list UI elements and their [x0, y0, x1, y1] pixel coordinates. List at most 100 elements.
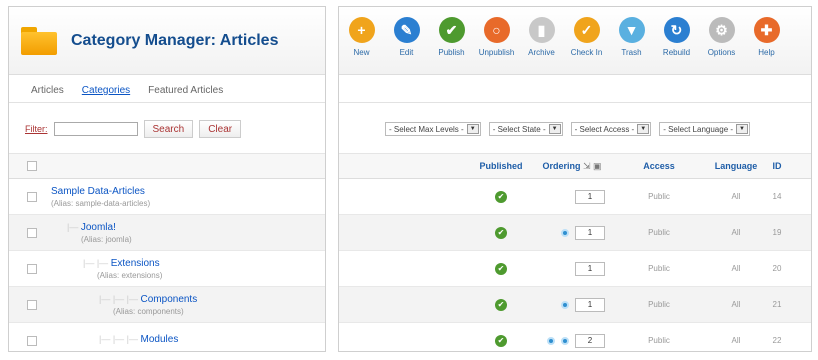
published-check-icon[interactable]: ✔: [495, 334, 507, 347]
tab-featured-articles[interactable]: Featured Articles: [148, 85, 223, 96]
table-header: [9, 153, 325, 179]
access-level: Public: [648, 264, 670, 273]
category-link[interactable]: Joomla!: [81, 222, 116, 233]
table-row: |— |— |— Components (Alias: components): [9, 287, 325, 323]
access-level: Public: [648, 192, 670, 201]
category-id: 14: [772, 192, 782, 201]
chevron-down-icon: ▼: [466, 124, 479, 134]
ordering-input[interactable]: 1: [575, 225, 605, 240]
rebuild-icon: ↻: [663, 17, 690, 43]
select-filter-2[interactable]: - Select Access - ▼: [570, 122, 652, 136]
row-checkbox[interactable]: [27, 191, 37, 202]
ordering-input[interactable]: 1: [575, 189, 605, 204]
select-filter-0[interactable]: - Select Max Levels - ▼: [385, 122, 481, 136]
category-link[interactable]: Components: [141, 294, 198, 305]
category-id: 19: [772, 228, 782, 237]
row-checkbox[interactable]: [27, 299, 37, 310]
toolbar-button-options[interactable]: ⚙ Options: [699, 17, 744, 57]
title-bar: Category Manager: Articles: [9, 7, 325, 75]
published-check-icon[interactable]: ✔: [495, 190, 507, 203]
pencil-icon: ✎: [393, 17, 420, 43]
toolbar-button-help[interactable]: ✚ Help: [744, 17, 789, 57]
select-filter-3[interactable]: - Select Language - ▼: [659, 122, 751, 136]
move-arrow-icon[interactable]: [561, 336, 569, 345]
move-arrow-icon[interactable]: [561, 300, 569, 309]
select-filter-1[interactable]: - Select State - ▼: [488, 122, 563, 136]
clear-button[interactable]: Clear: [199, 120, 242, 138]
toolbar-button-unpublish[interactable]: ○ Unpublish: [474, 17, 519, 57]
ordering-input[interactable]: 1: [575, 297, 605, 312]
table-row: Sample Data-Articles (Alias: sample-data…: [9, 179, 325, 215]
language-value: All: [731, 264, 741, 273]
category-id: 21: [772, 300, 782, 309]
column-published[interactable]: Published: [471, 161, 531, 171]
category-id: 20: [772, 264, 782, 273]
table-row: ✔ 1 Public All 19: [339, 215, 811, 251]
filter-label: Filter:: [25, 124, 48, 134]
toolbar-button-new[interactable]: + New: [339, 17, 384, 57]
language-value: All: [731, 336, 741, 345]
move-arrow-icon[interactable]: [547, 336, 555, 345]
category-list: Sample Data-Articles (Alias: sample-data…: [9, 179, 325, 351]
archive-icon: ▮: [528, 17, 555, 43]
sort-icon[interactable]: ⇲ ▣: [583, 161, 602, 171]
move-arrow-icon[interactable]: [561, 228, 569, 237]
chevron-down-icon: ▼: [548, 124, 561, 134]
table-row: ✔ 2 Public All 22: [339, 323, 811, 351]
subnav: Articles Categories Featured Articles: [9, 79, 325, 103]
ordering-input[interactable]: 2: [575, 333, 605, 348]
language-value: All: [731, 228, 741, 237]
column-access[interactable]: Access: [613, 161, 705, 171]
toolbar-button-rebuild[interactable]: ↻ Rebuild: [654, 17, 699, 57]
access-level: Public: [648, 336, 670, 345]
access-level: Public: [648, 228, 670, 237]
category-alias: (Alias: sample-data-articles): [51, 198, 151, 208]
row-checkbox[interactable]: [27, 335, 37, 346]
table-row: |— |— |— Modules: [9, 323, 325, 351]
chevron-down-icon: ▼: [637, 124, 650, 134]
check-icon: ✔: [438, 17, 465, 43]
toolbar-button-trash[interactable]: ▼ Trash: [609, 17, 654, 57]
category-alias: (Alias: joomla): [81, 234, 132, 244]
table-row: ✔ 1 Public All 21: [339, 287, 811, 323]
toolbar-button-check-in[interactable]: ✓ Check In: [564, 17, 609, 57]
column-language[interactable]: Language: [705, 161, 767, 171]
category-id: 22: [772, 336, 782, 345]
category-alias: (Alias: extensions): [97, 270, 163, 280]
circle-icon: ○: [483, 17, 510, 43]
ordering-input[interactable]: 1: [575, 261, 605, 276]
column-id[interactable]: ID: [767, 161, 787, 171]
left-panel: Category Manager: Articles Articles Cate…: [8, 6, 326, 352]
toolbar-button-archive[interactable]: ▮ Archive: [519, 17, 564, 57]
published-check-icon[interactable]: ✔: [495, 298, 507, 311]
row-checkbox[interactable]: [27, 227, 37, 238]
trash-icon: ▼: [618, 17, 645, 43]
right-panel: + New ✎ Edit ✔ Publish ○ Unpublish ▮ Archive ✓ Chec…: [338, 6, 812, 352]
search-button[interactable]: Search: [143, 120, 194, 138]
category-link[interactable]: Modules: [141, 334, 179, 345]
tab-categories[interactable]: Categories: [82, 85, 130, 96]
language-value: All: [731, 192, 741, 201]
toolbar-button-publish[interactable]: ✔ Publish: [429, 17, 474, 57]
table-header-right: Published Ordering ⇲ ▣ Access Language I…: [339, 153, 811, 179]
category-link[interactable]: Extensions: [111, 258, 160, 269]
tab-articles[interactable]: Articles: [31, 85, 64, 96]
chevron-down-icon: ▼: [736, 124, 749, 134]
table-row: ✔ 1 Public All 20: [339, 251, 811, 287]
folder-icon: [21, 26, 57, 55]
column-ordering[interactable]: Ordering ⇲ ▣: [531, 161, 613, 172]
help-icon: ✚: [753, 17, 780, 43]
row-checkbox[interactable]: [27, 263, 37, 274]
category-link[interactable]: Sample Data-Articles: [51, 186, 145, 197]
table-row: |— Joomla! (Alias: joomla): [9, 215, 325, 251]
toolbar: + New ✎ Edit ✔ Publish ○ Unpublish ▮ Archive ✓ Chec…: [339, 7, 811, 75]
page-title: Category Manager: Articles: [71, 31, 279, 49]
published-check-icon[interactable]: ✔: [495, 262, 507, 275]
toolbar-button-edit[interactable]: ✎ Edit: [384, 17, 429, 57]
table-row: |— |— Extensions (Alias: extensions): [9, 251, 325, 287]
filter-input[interactable]: [53, 122, 138, 136]
select-all-checkbox[interactable]: [27, 161, 37, 171]
category-alias: (Alias: components): [113, 306, 184, 316]
options-icon: ⚙: [708, 17, 735, 43]
published-check-icon[interactable]: ✔: [495, 226, 507, 239]
